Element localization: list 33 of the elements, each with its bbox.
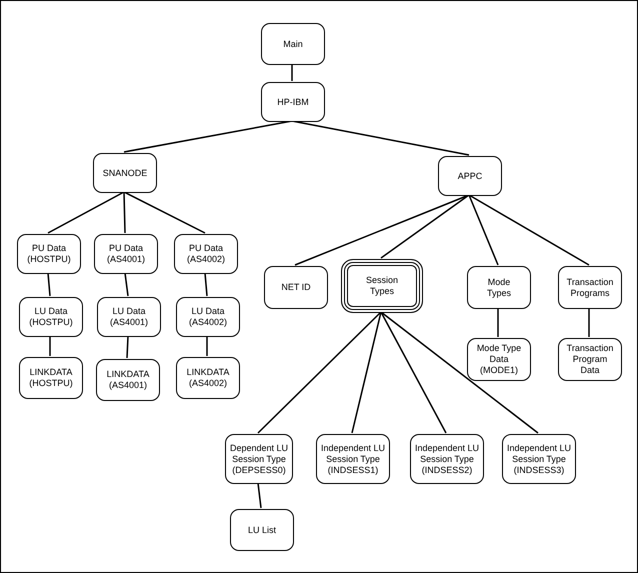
- connector-line: [291, 64, 293, 81]
- menu-node: SNANODE: [93, 153, 157, 193]
- connector-line: [588, 308, 590, 337]
- menu-node: Transaction Programs: [558, 266, 622, 309]
- menu-node: Independent LU Session Type (INDSESS3): [502, 434, 576, 484]
- connector-line: [124, 272, 129, 296]
- menu-node: LU Data (AS4001): [97, 297, 161, 337]
- menu-node: HP-IBM: [261, 82, 325, 122]
- connector-line: [49, 336, 51, 356]
- connector-line: [126, 336, 129, 358]
- menu-node: PU Data (HOSTPU): [17, 234, 81, 274]
- menu-node: PU Data (AS4002): [174, 234, 238, 274]
- menu-node: LINKDATA (HOSTPU): [19, 357, 83, 399]
- menu-node: Dependent LU Session Type (DEPSESS0): [225, 434, 293, 484]
- menu-node: LINKDATA (AS4001): [96, 359, 160, 401]
- menu-node: LU Data (AS4002): [176, 297, 240, 337]
- menu-node: Session Types: [341, 259, 423, 313]
- menu-node: Mode Type Data (MODE1): [467, 338, 531, 381]
- menu-node: LINKDATA (AS4002): [176, 357, 240, 399]
- menu-node: PU Data (AS4001): [94, 234, 158, 274]
- menu-node: Transaction Program Data: [558, 338, 622, 381]
- connector-line: [47, 272, 51, 296]
- menu-node: APPC: [438, 156, 502, 196]
- menu-node: Independent LU Session Type (INDSESS1): [316, 434, 390, 484]
- connector-line: [206, 336, 208, 356]
- connector-line: [204, 272, 208, 296]
- menu-node: Independent LU Session Type (INDSESS2): [410, 434, 484, 484]
- menu-node: NET ID: [264, 266, 328, 309]
- menu-node: Mode Types: [467, 266, 531, 309]
- menu-node: LU List: [230, 509, 294, 551]
- menu-node: Main: [261, 23, 325, 65]
- connector-line: [257, 482, 262, 508]
- menu-node: LU Data (HOSTPU): [19, 297, 83, 337]
